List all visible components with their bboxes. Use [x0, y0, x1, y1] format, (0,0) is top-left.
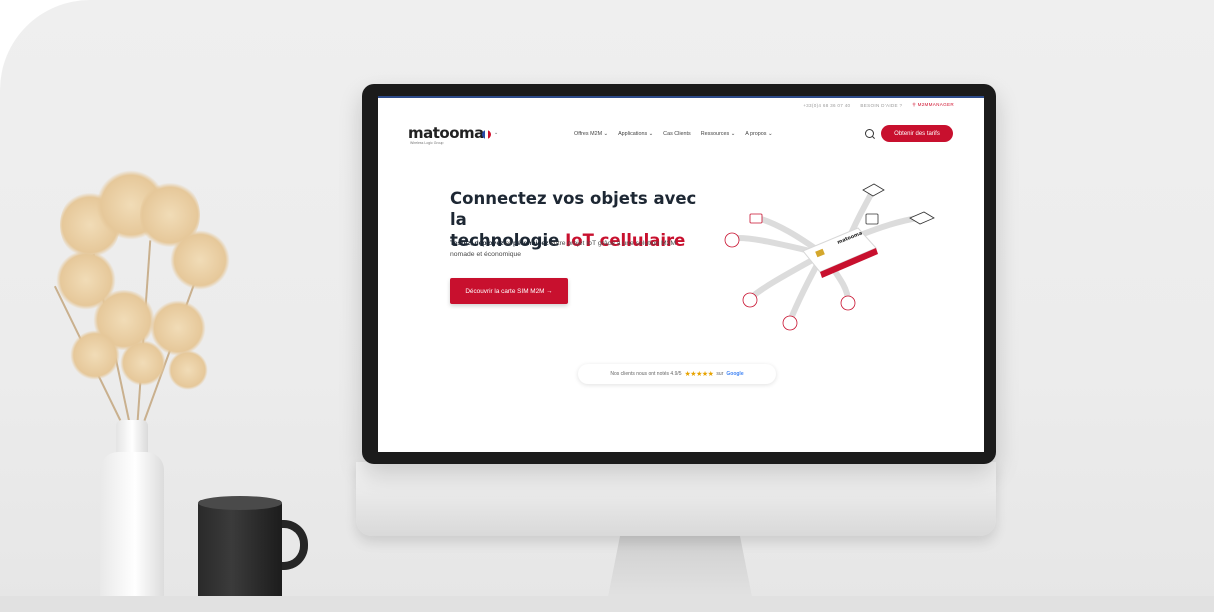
location-icon	[782, 315, 798, 331]
hero-subtitle: Testez, déployez et pérennisez votre pro…	[450, 238, 690, 260]
iot-illustration: matooma	[724, 183, 935, 331]
nav-item-ressources[interactable]: Ressources ⌄	[701, 131, 735, 137]
google-rating-badge[interactable]: Nos clients nous ont notés 4.9/5 ★★★★★ s…	[578, 364, 776, 384]
rating-text: Nos clients nous ont notés 4.9/5	[610, 371, 682, 377]
logo-subtext: Wireless Logic Group	[410, 141, 444, 145]
gauge-icon	[840, 295, 856, 311]
nav-item-a-propos[interactable]: A propos ⌄	[745, 131, 772, 137]
account-link[interactable]: ⚲ M2MMANAGER	[912, 102, 954, 108]
meter-icon	[742, 292, 758, 308]
rating-stars: ★★★★★	[684, 371, 714, 378]
laptop-icon	[909, 211, 935, 225]
tablet-icon	[862, 183, 885, 197]
nav-item-offres[interactable]: Offres M2M ⌄	[574, 131, 608, 137]
search-icon[interactable]	[865, 129, 874, 138]
photo-background: +33(0)4 68 36 07 40 BESOIN D'AIDE ? ⚲ M2…	[0, 0, 1214, 612]
get-pricing-button[interactable]: Obtenir des tarifs	[881, 125, 953, 142]
monitor-chin	[356, 462, 996, 536]
nav-item-applications[interactable]: Applications ⌄	[618, 131, 653, 137]
discover-sim-button[interactable]: Découvrir la carte SIM M2M →	[450, 278, 568, 304]
topbar: +33(0)4 68 36 07 40 BESOIN D'AIDE ? ⚲ M2…	[378, 96, 984, 112]
hero-title-line1: Connectez vos objets avec la	[450, 189, 697, 229]
phone-link[interactable]: +33(0)4 68 36 07 40	[803, 103, 850, 108]
health-icon	[724, 232, 740, 248]
hero-sub-sep: et	[503, 240, 513, 247]
vase	[100, 452, 164, 612]
rating-suffix: sur	[716, 371, 724, 377]
desk-surface	[0, 596, 1214, 612]
chevron-down-icon[interactable]: ⌄	[494, 130, 498, 136]
main-nav: matooma Wireless Logic Group ⌄ Offres M2…	[378, 124, 984, 146]
help-link[interactable]: BESOIN D'AIDE ?	[860, 103, 902, 108]
hero-sub-bold-testez: Testez	[450, 240, 471, 247]
hero-sub-bold-perennisez: pérennisez	[512, 240, 549, 247]
keypad-icon	[865, 213, 879, 225]
logo[interactable]: matooma	[408, 124, 484, 142]
french-flag-icon[interactable]	[482, 130, 491, 139]
nav-item-cas-clients[interactable]: Cas Clients	[663, 131, 691, 137]
google-logo: Google	[726, 371, 744, 377]
terminal-icon	[749, 213, 763, 224]
hero-sub-bold-deployez: déployez	[474, 240, 504, 247]
monitor-screen: +33(0)4 68 36 07 40 BESOIN D'AIDE ? ⚲ M2…	[378, 96, 984, 452]
mug-handle	[278, 520, 308, 570]
nav-menu: Offres M2M ⌄ Applications ⌄ Cas Clients …	[574, 131, 773, 137]
mug-rim	[198, 496, 282, 510]
